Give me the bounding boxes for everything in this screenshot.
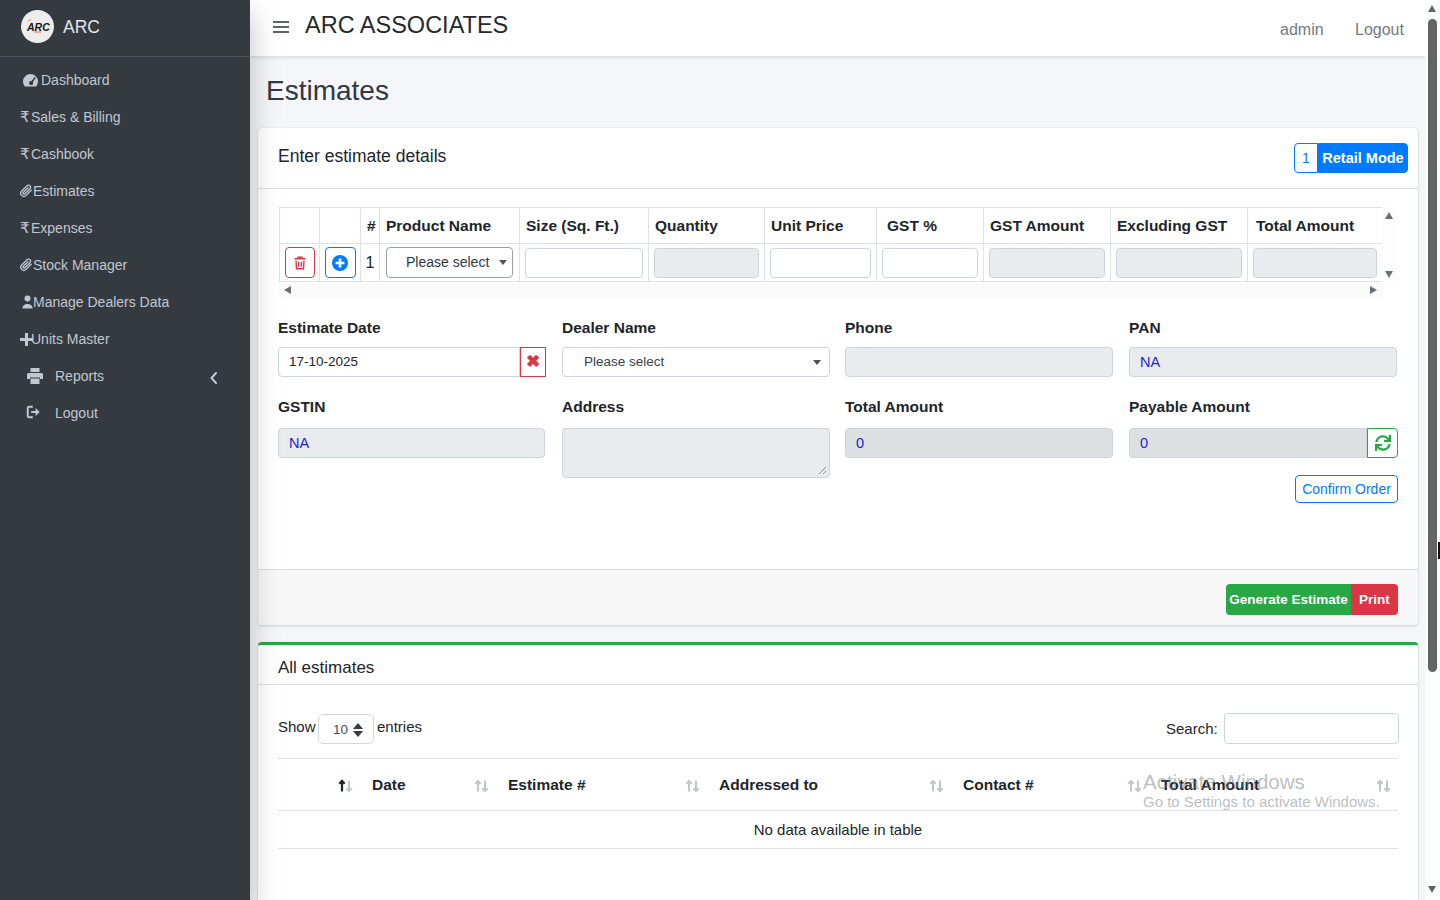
svg-text:ARC: ARC bbox=[26, 21, 50, 33]
